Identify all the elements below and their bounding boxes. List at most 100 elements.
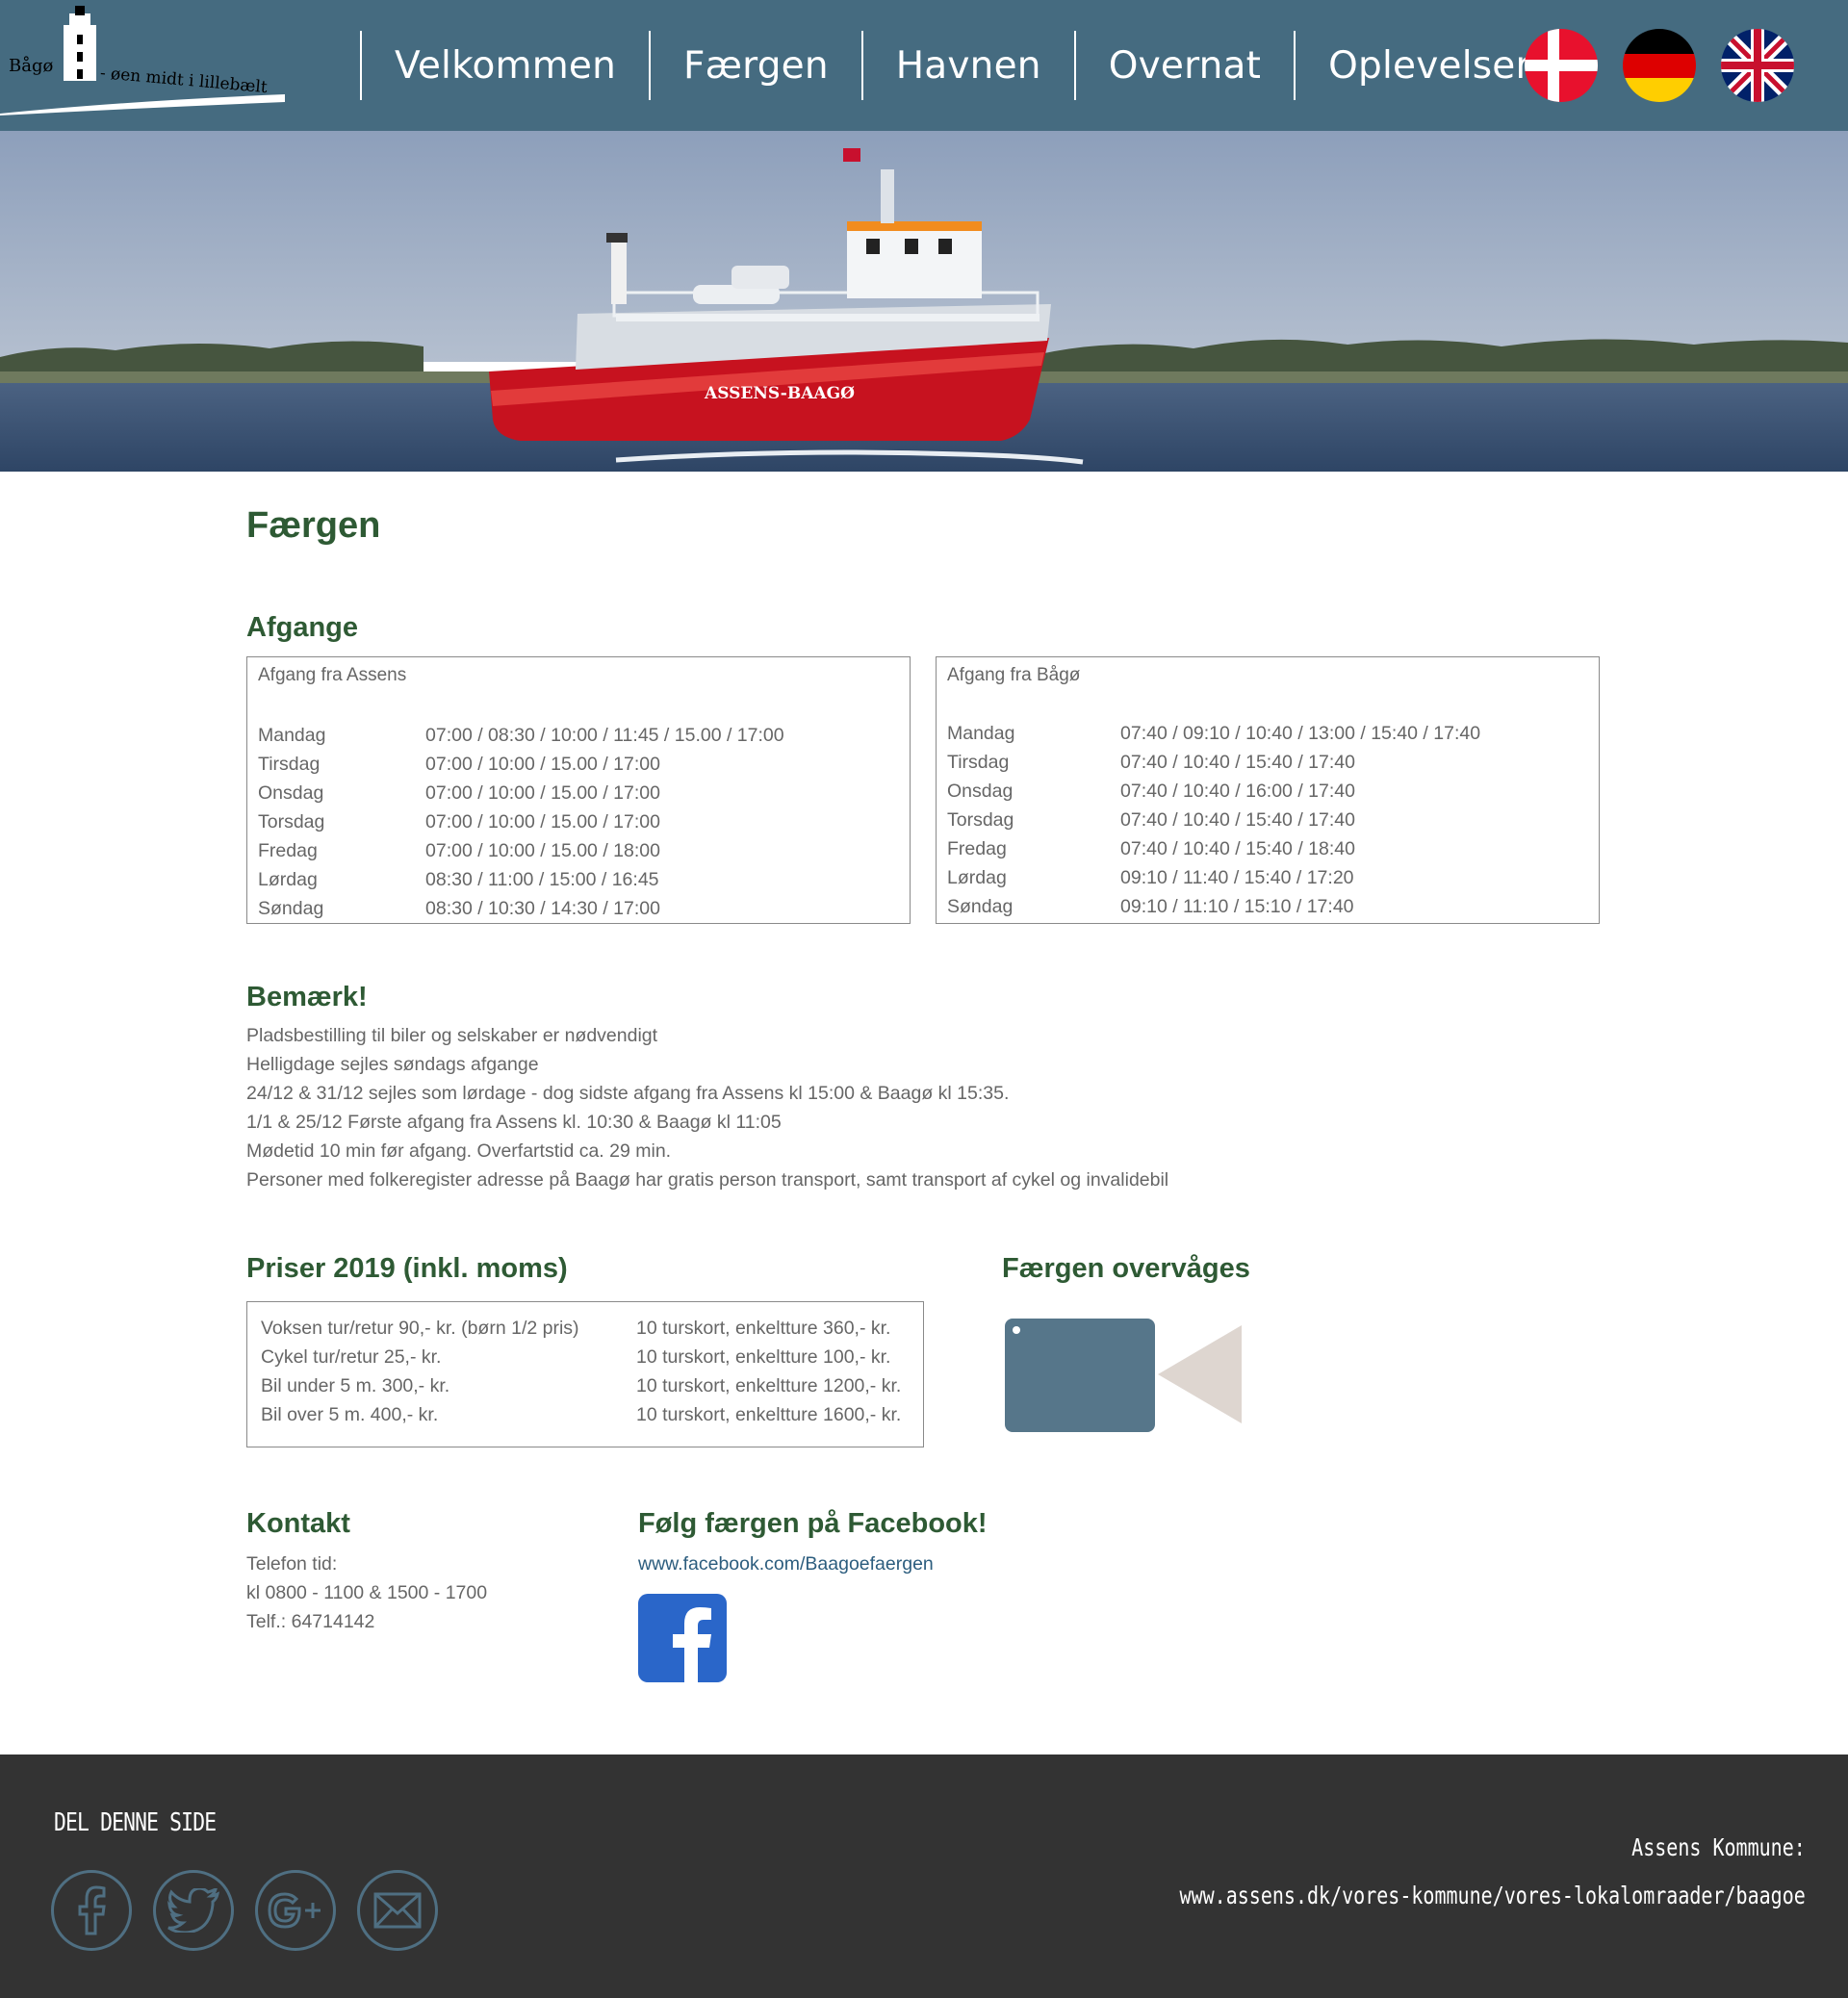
notes-list: Pladsbestilling til biler og selskaber e… [246, 1021, 1168, 1194]
share-buttons [51, 1870, 438, 1951]
schedule-row: Torsdag 07:40 / 10:40 / 15:40 / 17:40 [947, 806, 1480, 834]
bago-box-title: Afgang fra Bågø [947, 665, 1081, 685]
note-line: Pladsbestilling til biler og selskaber e… [246, 1025, 658, 1046]
contact-line: kl 0800 - 1100 & 1500 - 1700 [246, 1582, 488, 1603]
schedule-times: 09:10 / 11:10 / 15:10 / 17:40 [1120, 896, 1354, 917]
ferry-image: ASSENS-BAAGØ [0, 131, 1848, 472]
schedule-times: 07:40 / 10:40 / 16:00 / 17:40 [1120, 781, 1355, 802]
schedule-row: Tirsdag 07:40 / 10:40 / 15:40 / 17:40 [947, 748, 1480, 777]
nav-item-havnen[interactable]: Havnen [863, 31, 1076, 100]
assens-schedule: Mandag 07:00 / 08:30 / 10:00 / 11:45 / 15… [258, 721, 784, 923]
hero-ferry-photo: ASSENS-BAAGØ [0, 131, 1848, 472]
schedule-row: Fredag 07:00 / 10:00 / 15.00 / 18:00 [258, 836, 784, 865]
schedule-times: 08:30 / 10:30 / 14:30 / 17:00 [425, 898, 660, 919]
schedule-day: Mandag [947, 723, 1015, 744]
schedule-row: Lørdag 09:10 / 11:40 / 15:40 / 17:20 [947, 863, 1480, 892]
twitter-icon[interactable] [153, 1870, 234, 1951]
note-line: Personer med folkeregister adresse på Ba… [246, 1169, 1169, 1191]
schedule-times: 07:40 / 10:40 / 15:40 / 17:40 [1120, 809, 1355, 831]
schedule-row: Søndag 09:10 / 11:10 / 15:10 / 17:40 [947, 892, 1480, 921]
price-item: 10 turskort, enkeltture 100,- kr. [636, 1346, 891, 1368]
note-line: 1/1 & 25/12 Første afgang fra Assens kl.… [246, 1112, 782, 1133]
schedule-times: 07:00 / 10:00 / 15.00 / 17:00 [425, 811, 660, 832]
page: Bågø - øen midt i lillebælt Velkommen Fæ… [0, 0, 1848, 1998]
share-title: DEL DENNE SIDE [54, 1808, 217, 1837]
schedule-times: 07:40 / 10:40 / 15:40 / 18:40 [1120, 838, 1355, 859]
nav-item-overnat[interactable]: Overnat [1076, 31, 1296, 100]
contact-heading: Kontakt [246, 1508, 350, 1539]
schedule-times: 07:00 / 08:30 / 10:00 / 11:45 / 15.00 / … [425, 725, 784, 746]
contact-info: Telefon tid: kl 0800 - 1100 & 1500 - 170… [246, 1550, 487, 1636]
prices-table: Voksen tur/retur 90,- kr. (børn 1/2 pris… [261, 1314, 901, 1429]
price-item: 10 turskort, enkeltture 360,- kr. [636, 1318, 891, 1339]
assens-box-title: Afgang fra Assens [258, 665, 407, 685]
schedule-day: Fredag [258, 840, 318, 861]
price-item: Cykel tur/retur 25,- kr. [261, 1346, 442, 1368]
schedule-times: 07:40 / 09:10 / 10:40 / 13:00 / 15:40 / … [1120, 723, 1481, 744]
prices-heading: Priser 2019 (inkl. moms) [246, 1253, 568, 1284]
schedule-day: Onsdag [947, 781, 1014, 802]
logo-name: Bågø [9, 56, 54, 76]
schedule-row: Tirsdag 07:00 / 10:00 / 15.00 / 17:00 [258, 750, 784, 779]
schedule-day: Torsdag [258, 811, 325, 832]
note-line: Mødetid 10 min før afgang. Overfartstid … [246, 1140, 672, 1162]
schedule-day: Fredag [947, 838, 1007, 859]
notes-heading: Bemærk! [246, 982, 368, 1012]
schedule-times: 07:00 / 10:00 / 15.00 / 17:00 [425, 782, 660, 804]
contact-line: Telf.: 64714142 [246, 1611, 375, 1632]
mail-icon[interactable] [357, 1870, 438, 1951]
schedule-day: Søndag [258, 898, 324, 919]
site-header: Bågø - øen midt i lillebælt Velkommen Fæ… [0, 0, 1848, 131]
google-plus-icon[interactable] [255, 1870, 336, 1951]
prices-left-column: Voksen tur/retur 90,- kr. (børn 1/2 pris… [261, 1314, 636, 1429]
note-line: 24/12 & 31/12 sejles som lørdage - dog s… [246, 1083, 1010, 1104]
schedule-day: Lørdag [947, 867, 1007, 888]
kommune-link[interactable]: www.assens.dk/vores-kommune/vores-lokalo… [1180, 1882, 1806, 1909]
video-camera-icon[interactable] [1004, 1318, 1245, 1438]
site-logo[interactable]: Bågø - øen midt i lillebælt [0, 0, 289, 131]
kommune-label: Assens Kommune: [1631, 1833, 1806, 1861]
site-footer: DEL DENNE SIDE Assens Kommune: www.assen… [0, 1755, 1848, 1998]
ship-name-label: ASSENS-BAAGØ [704, 384, 855, 403]
monitor-heading: Færgen overvåges [1002, 1253, 1250, 1284]
schedule-times: 09:10 / 11:40 / 15:40 / 17:20 [1120, 867, 1354, 888]
facebook-icon[interactable] [638, 1594, 727, 1687]
price-item: Bil under 5 m. 300,- kr. [261, 1375, 450, 1396]
prices-right-column: 10 turskort, enkeltture 360,- kr. 10 tur… [636, 1314, 901, 1429]
schedule-row: Torsdag 07:00 / 10:00 / 15.00 / 17:00 [258, 807, 784, 836]
schedule-day: Tirsdag [947, 752, 1010, 773]
danish-flag-icon[interactable] [1525, 29, 1598, 102]
prices-box: Voksen tur/retur 90,- kr. (børn 1/2 pris… [246, 1301, 924, 1447]
schedule-row: Mandag 07:40 / 09:10 / 10:40 / 13:00 / 15… [947, 719, 1480, 748]
schedule-times: 07:00 / 10:00 / 15.00 / 17:00 [425, 754, 660, 775]
schedule-times: 07:00 / 10:00 / 15.00 / 18:00 [425, 840, 660, 861]
schedule-day: Torsdag [947, 809, 1014, 831]
nav-item-velkommen[interactable]: Velkommen [362, 31, 652, 100]
bago-schedule: Mandag 07:40 / 09:10 / 10:40 / 13:00 / 15… [947, 719, 1480, 921]
nav-item-faergen[interactable]: Færgen [651, 31, 863, 100]
schedule-day: Tirsdag [258, 754, 321, 775]
note-line: Helligdage sejles søndags afgange [246, 1054, 539, 1075]
price-item: Bil over 5 m. 400,- kr. [261, 1404, 439, 1425]
page-title: Færgen [246, 505, 381, 546]
german-flag-icon[interactable] [1623, 29, 1696, 102]
facebook-link[interactable]: www.facebook.com/Baagoefaergen [638, 1550, 934, 1578]
language-switcher [1525, 29, 1794, 102]
departures-bago-box: Afgang fra Bågø Mandag 07:40 / 09:10 / 10… [936, 656, 1600, 924]
schedule-row: Onsdag 07:00 / 10:00 / 15.00 / 17:00 [258, 779, 784, 807]
schedule-row: Lørdag 08:30 / 11:00 / 15:00 / 16:45 [258, 865, 784, 894]
price-item: 10 turskort, enkeltture 1600,- kr. [636, 1404, 902, 1425]
schedule-row: Søndag 08:30 / 10:30 / 14:30 / 17:00 [258, 894, 784, 923]
facebook-icon[interactable] [51, 1870, 132, 1951]
schedule-day: Lørdag [258, 869, 318, 890]
schedule-day: Onsdag [258, 782, 324, 804]
departures-heading: Afgange [246, 612, 358, 643]
contact-line: Telefon tid: [246, 1553, 338, 1575]
schedule-row: Onsdag 07:40 / 10:40 / 16:00 / 17:40 [947, 777, 1480, 806]
schedule-day: Søndag [947, 896, 1014, 917]
price-item: Voksen tur/retur 90,- kr. (børn 1/2 pris… [261, 1318, 579, 1339]
schedule-row: Mandag 07:00 / 08:30 / 10:00 / 11:45 / 15… [258, 721, 784, 750]
schedule-times: 07:40 / 10:40 / 15:40 / 17:40 [1120, 752, 1355, 773]
main-nav: Velkommen Færgen Havnen Overnat Oplevels… [360, 31, 1566, 100]
uk-flag-icon[interactable] [1721, 29, 1794, 102]
